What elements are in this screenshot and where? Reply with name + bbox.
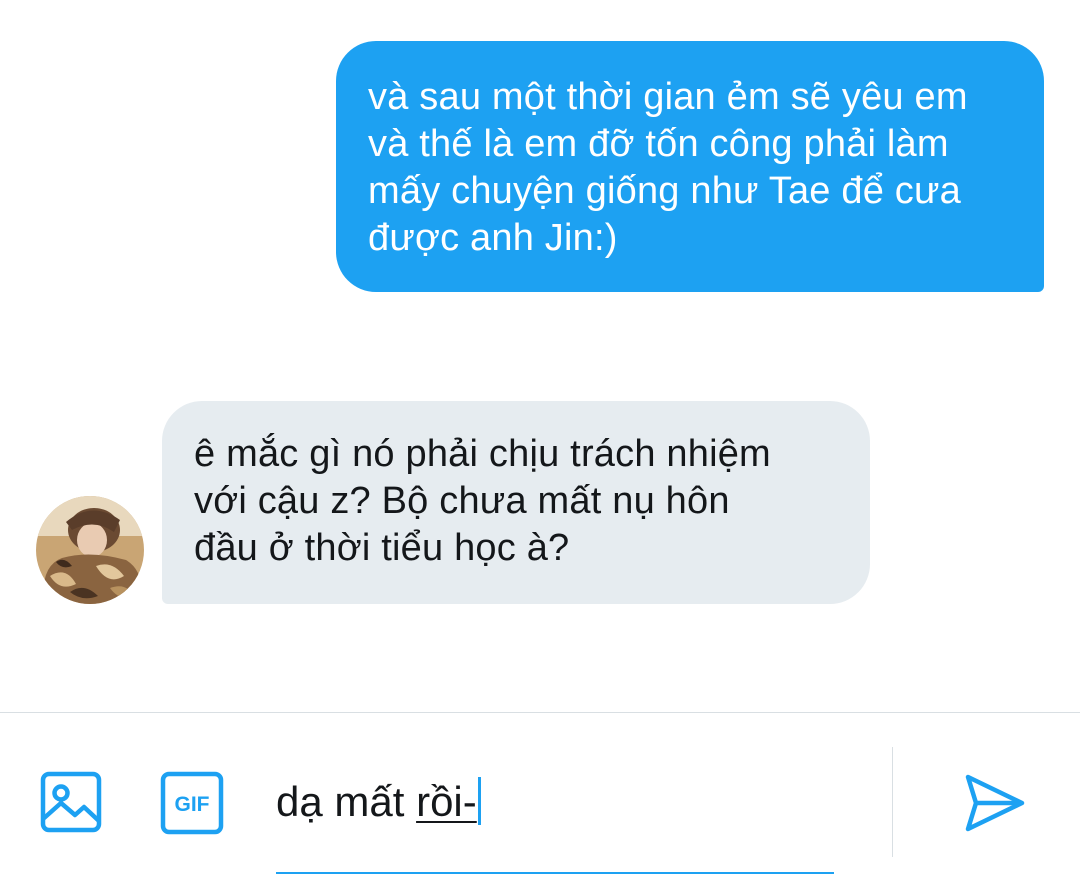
conversation-area: và sau một thời gian ẻm sẽ yêu em và thế… (0, 0, 1080, 712)
composer-divider (892, 747, 893, 857)
send-button[interactable] (960, 769, 1028, 837)
add-gif-button[interactable]: GIF (160, 771, 224, 835)
message-input-text[interactable]: dạ mất rồi- (276, 777, 481, 826)
send-icon (965, 774, 1025, 832)
message-input[interactable]: dạ mất rồi- (276, 763, 834, 874)
avatar[interactable] (36, 496, 144, 604)
svg-text:GIF: GIF (175, 793, 210, 816)
avatar-image (36, 496, 144, 604)
composing-text: rồi- (416, 778, 477, 825)
gif-icon: GIF (160, 771, 224, 835)
text-cursor (477, 777, 481, 825)
message-composer: GIF dạ mất rồi- (0, 712, 1080, 874)
add-image-button[interactable] (40, 771, 102, 833)
received-message-bubble[interactable]: ê mắc gì nó phải chịu trách nhiệm với cậ… (162, 401, 870, 604)
typed-text: dạ mất (276, 778, 417, 825)
sent-message-bubble[interactable]: và sau một thời gian ẻm sẽ yêu em và thế… (336, 41, 1044, 292)
image-icon (40, 771, 102, 833)
